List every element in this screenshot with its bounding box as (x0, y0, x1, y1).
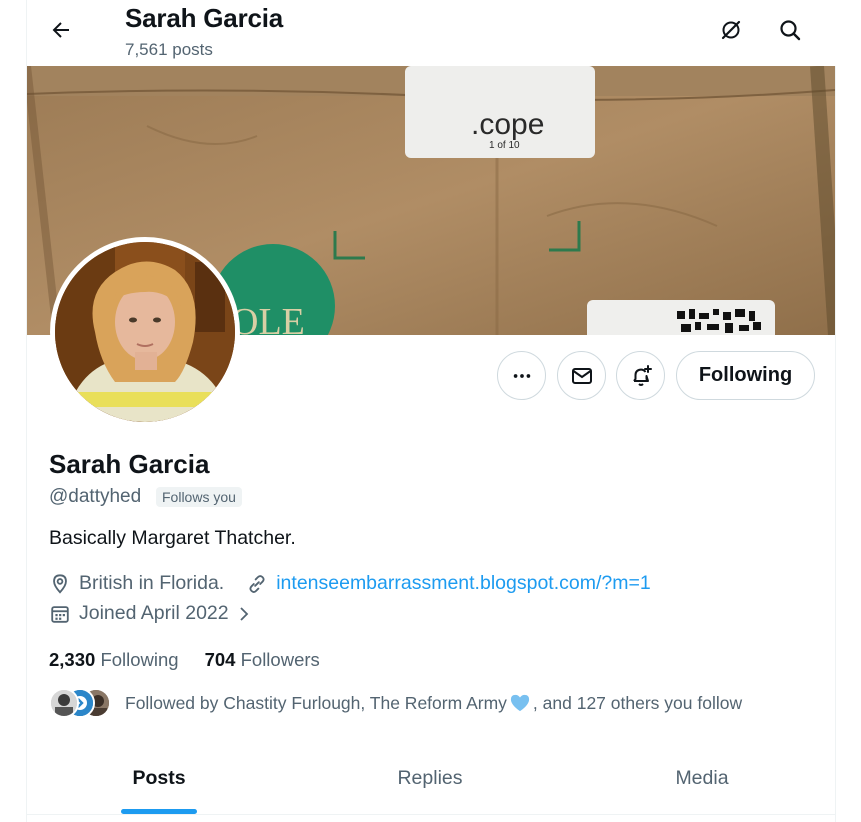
follows-you-badge: Follows you (156, 487, 242, 507)
follow-counts: 2,330 Following 704 Followers (49, 649, 346, 671)
profile-header: Sarah Garcia 7,561 posts (27, 0, 837, 66)
followed-by-text: Followed by Chastity Furlough, The Refor… (125, 692, 507, 713)
link-icon (249, 574, 265, 593)
tab-label: Posts (132, 767, 186, 789)
followed-by-suffix: , and 127 others you follow (532, 692, 743, 713)
blue-heart-icon (510, 694, 530, 712)
location-pin-icon (53, 573, 67, 594)
bell-plus-icon (632, 364, 652, 386)
grok-icon (721, 20, 741, 40)
tab-replies[interactable]: Replies (291, 743, 569, 814)
profile-name: Sarah Garcia (49, 449, 210, 479)
banner-sticker-text: OLE (231, 301, 305, 335)
tab-label: Replies (397, 767, 463, 789)
banner-label-sub: 1 of 10 (489, 140, 520, 151)
profile-meta-row: British in Florida. intenseembarrassment… (49, 572, 651, 595)
followed-by-row[interactable]: Followed by Chastity Furlough, The Refor… (49, 688, 742, 718)
following-count: 2,330 (49, 649, 96, 670)
profile-avatar[interactable] (50, 237, 240, 427)
following-button[interactable]: Following (676, 351, 815, 400)
profile-joined: Joined April 2022 (79, 602, 229, 624)
follower-avatar (49, 688, 79, 718)
more-button[interactable] (497, 351, 546, 400)
followers-count-label: Followers (240, 649, 320, 670)
search-button[interactable] (770, 10, 810, 50)
tab-media[interactable]: Media (569, 743, 835, 814)
more-horizontal-icon (513, 373, 530, 378)
active-tab-indicator (121, 809, 197, 814)
following-count-label: Following (100, 649, 179, 670)
profile-column: Sarah Garcia 7,561 posts .cope 1 of 10 O… (26, 0, 837, 822)
profile-tabs: Posts Replies Media (27, 743, 835, 815)
grok-button[interactable] (711, 10, 751, 50)
message-button[interactable] (557, 351, 606, 400)
search-icon (780, 20, 801, 41)
header-post-count: 7,561 posts (125, 40, 213, 59)
tab-posts[interactable]: Posts (27, 743, 291, 814)
header-title: Sarah Garcia (125, 3, 284, 33)
calendar-icon (51, 605, 69, 623)
following-count-link[interactable]: 2,330 Following (49, 649, 179, 671)
envelope-icon (571, 367, 592, 384)
followers-count-link[interactable]: 704 Followers (205, 649, 320, 671)
profile-website-link[interactable]: intenseembarrassment.blogspot.com/?m=1 (276, 572, 650, 595)
joined-date-row[interactable]: Joined April 2022 (49, 602, 261, 625)
back-button[interactable] (41, 10, 81, 50)
profile-handle: @dattyhed (49, 486, 142, 507)
profile-location: British in Florida. (79, 572, 225, 594)
followers-count: 704 (204, 649, 236, 670)
profile-bio: Basically Margaret Thatcher. (49, 527, 296, 549)
tab-label: Media (675, 767, 729, 789)
arrow-left-icon (52, 22, 69, 38)
notify-button[interactable] (616, 351, 665, 400)
banner-label-text: .cope (471, 108, 544, 141)
chevron-right-icon (239, 606, 248, 621)
